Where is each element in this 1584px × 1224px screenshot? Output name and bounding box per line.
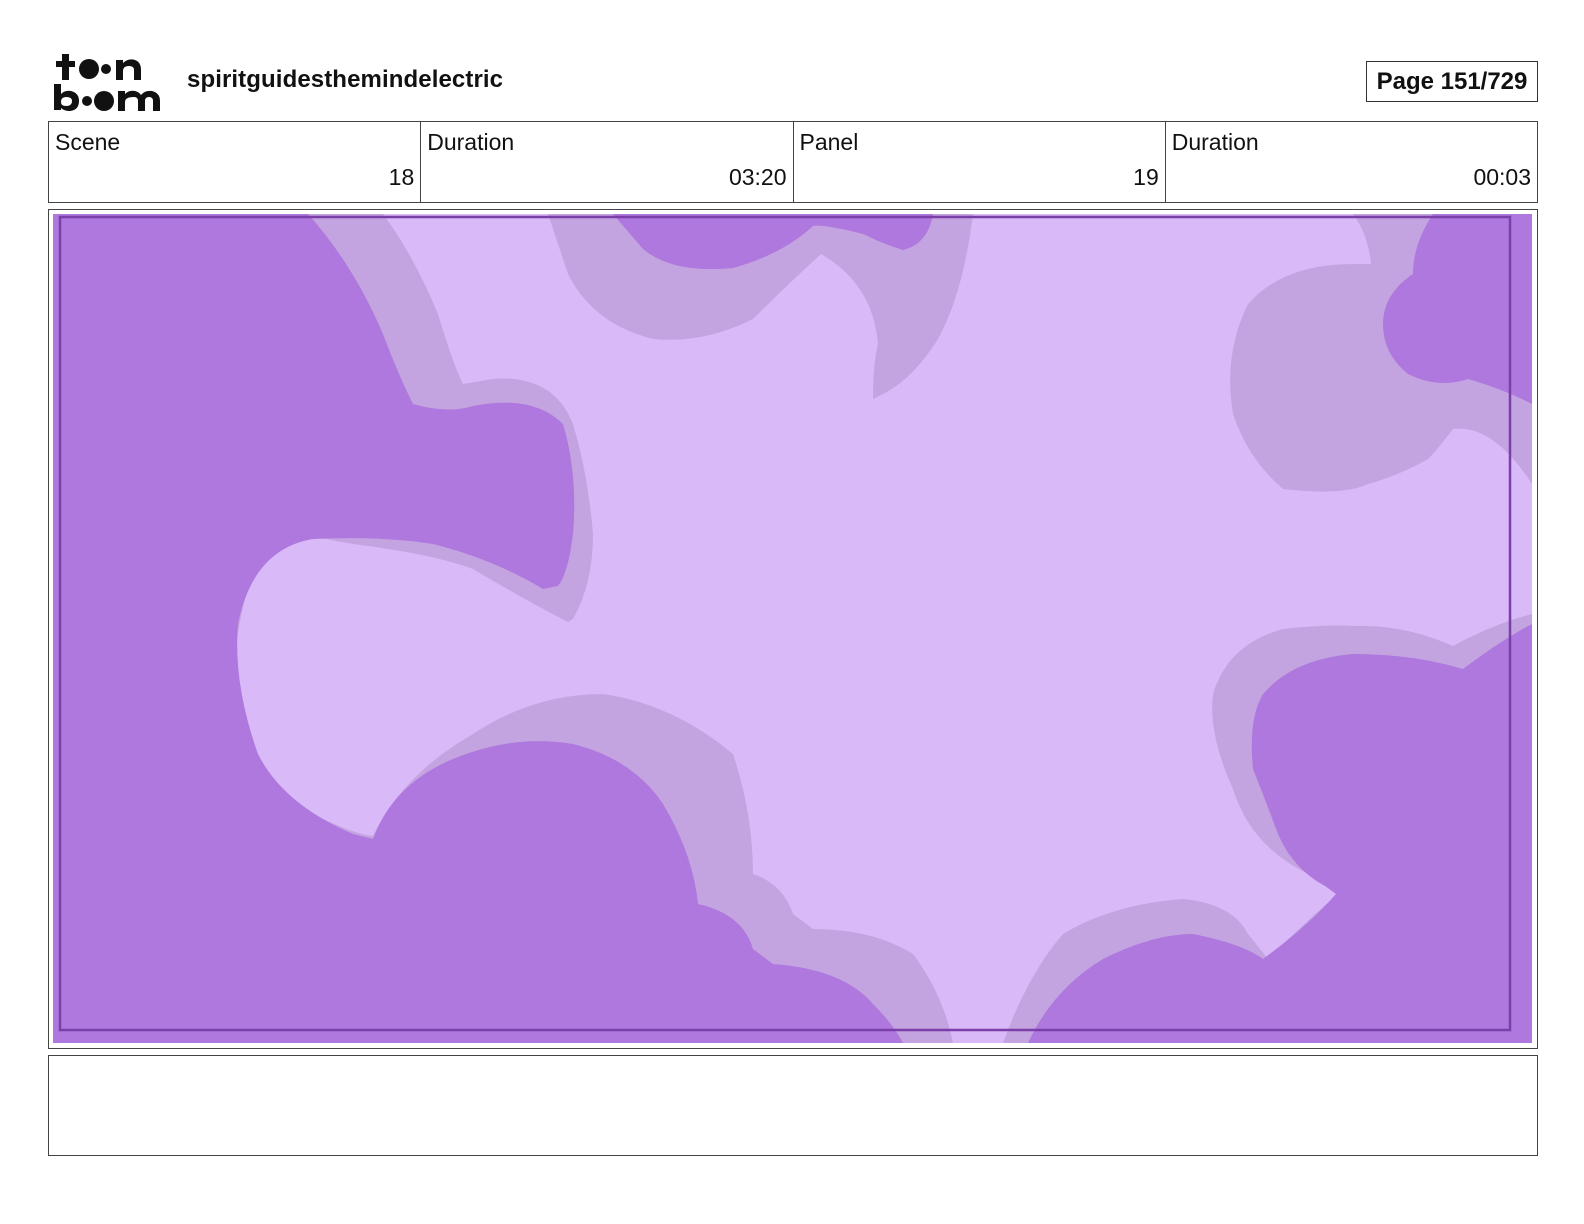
scene-label: Scene [55,129,121,155]
panel-value: 19 [1133,164,1159,190]
panel-duration-value: 00:03 [1473,164,1531,190]
panel-notes-box [48,1055,1538,1156]
toon-boom-logo-icon [52,50,164,114]
panel-label: Panel [799,129,859,155]
scene-duration-value: 03:20 [728,164,787,190]
panel-info-table: Scene 18 Duration 03:20 Panel 19 Duratio… [48,121,1538,203]
panel-duration-cell: Duration 00:03 [1166,122,1537,202]
purple-cloud-frame-icon [53,214,1532,1043]
panel-cell: Panel 19 [794,122,1166,202]
project-title: spiritguidesthemindelectric [187,66,504,93]
storyboard-panel [48,209,1538,1049]
scene-duration-cell: Duration 03:20 [421,122,794,202]
scene-duration-label: Duration [427,129,515,155]
scene-value: 18 [388,164,415,190]
page-indicator: Page 151/729 [1366,61,1538,102]
scene-cell: Scene 18 [49,122,422,202]
panel-duration-label: Duration [1171,129,1259,155]
